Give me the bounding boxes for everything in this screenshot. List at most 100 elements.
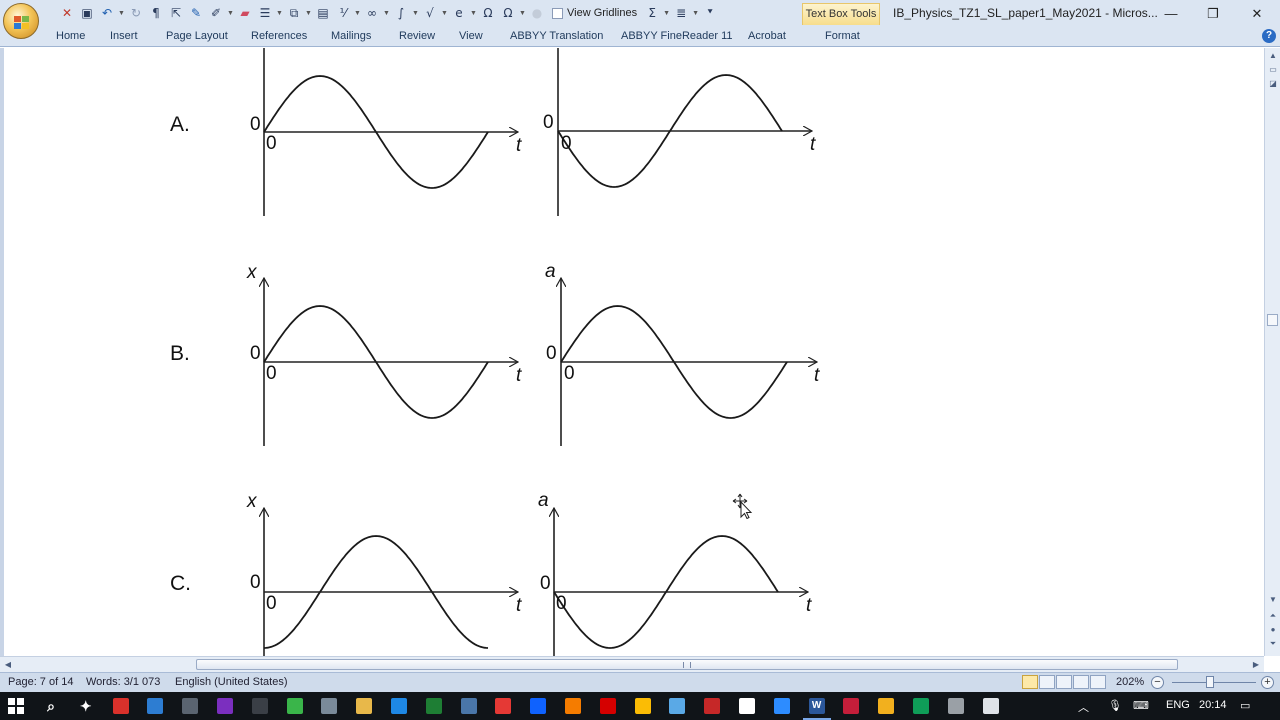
- notes-icon[interactable]: [669, 698, 686, 714]
- horizontal-scrollbar[interactable]: ◀ ▶: [0, 656, 1264, 672]
- infinity-icon[interactable]: ∞: [363, 4, 381, 22]
- omega-dropdown-icon[interactable]: ▼: [519, 10, 526, 17]
- media-icon[interactable]: [356, 698, 373, 714]
- zoom-out-icon[interactable]: −: [1151, 676, 1164, 689]
- chrome-icon[interactable]: [634, 698, 651, 714]
- eraser-icon[interactable]: ▰: [236, 4, 254, 22]
- print-layout-icon[interactable]: [1022, 675, 1038, 689]
- acrobat-icon[interactable]: [843, 698, 860, 714]
- language-indicator[interactable]: English (United States): [175, 676, 288, 688]
- object-icon[interactable]: ◪: [1267, 78, 1279, 90]
- windows-start-icon[interactable]: [8, 698, 24, 714]
- tab-acrobat[interactable]: Acrobat: [748, 30, 786, 42]
- tab-insert[interactable]: Insert: [110, 30, 138, 42]
- close-button[interactable]: ✕: [1236, 0, 1278, 27]
- zoom-slider-thumb[interactable]: [1205, 676, 1214, 688]
- closed-caption-icon[interactable]: [391, 698, 407, 714]
- folder-icon[interactable]: [878, 698, 895, 714]
- integral-dropdown-icon[interactable]: ▼: [412, 10, 419, 17]
- textbox-icon[interactable]: ▤: [314, 4, 332, 22]
- sigma-icon[interactable]: Σ: [643, 4, 661, 22]
- page-counter[interactable]: Page: 7 of 14: [8, 676, 73, 688]
- input-language[interactable]: ENG: [1166, 699, 1190, 711]
- omega-icon[interactable]: Ω: [479, 4, 497, 22]
- scroll-right-icon[interactable]: ▶: [1250, 658, 1262, 672]
- exponent-dropdown-icon[interactable]: ▼: [470, 10, 477, 17]
- keyboard-icon[interactable]: ⌨: [1133, 699, 1149, 712]
- zoom-slider-track[interactable]: [1172, 682, 1256, 683]
- vertical-scroll-thumb[interactable]: [1267, 314, 1278, 326]
- record-icon[interactable]: [495, 698, 512, 714]
- tab-home[interactable]: Home: [56, 30, 85, 42]
- redo-icon[interactable]: ↻: [127, 4, 145, 22]
- show-hidden-icons-icon[interactable]: ︿: [1078, 699, 1089, 715]
- check-icon[interactable]: [982, 698, 999, 714]
- camera-icon[interactable]: [460, 698, 477, 714]
- phone-icon[interactable]: [251, 698, 268, 714]
- restore-button[interactable]: ❐: [1192, 0, 1234, 27]
- shapes-dropdown-icon[interactable]: ▼: [305, 10, 312, 17]
- pin-icon[interactable]: ✦: [78, 698, 94, 714]
- fraction-dropdown-icon[interactable]: ▼: [354, 10, 361, 17]
- circle-icon[interactable]: ●: [528, 4, 546, 22]
- search-icon[interactable]: ⌕: [43, 698, 59, 714]
- calculator-icon[interactable]: [182, 698, 199, 714]
- next-page-icon[interactable]: ⏷: [1267, 638, 1279, 650]
- web-layout-icon[interactable]: [1056, 675, 1072, 689]
- office-button[interactable]: [3, 3, 39, 39]
- customize-toolbar-icon[interactable]: ⯆: [701, 4, 719, 22]
- scroll-left-icon[interactable]: ◀: [2, 658, 14, 672]
- tab-abbyy-finereader[interactable]: ABBYY FineReader 11: [621, 30, 733, 42]
- fraction-icon[interactable]: ⅟: [334, 4, 352, 22]
- horizontal-scroll-thumb[interactable]: [196, 659, 1178, 670]
- scroll-up-icon[interactable]: ▲: [1267, 50, 1279, 62]
- microphone-icon[interactable]: 🎙: [1108, 699, 1122, 712]
- lines-dropdown-icon[interactable]: ▼: [276, 10, 283, 17]
- highlighter-icon[interactable]: ✐: [207, 4, 225, 22]
- zoom-icon[interactable]: [773, 698, 790, 714]
- root-icon[interactable]: √: [421, 4, 439, 22]
- integral-icon[interactable]: ∫: [392, 4, 410, 22]
- mail-icon[interactable]: [530, 698, 547, 714]
- pdf-icon[interactable]: [112, 698, 129, 714]
- word-count[interactable]: Words: 3/1 073: [86, 676, 160, 688]
- pen-icon[interactable]: ✎: [187, 4, 205, 22]
- equation-dropdown-icon[interactable]: ▼: [692, 10, 699, 17]
- vlc-icon[interactable]: [565, 698, 581, 714]
- clock-time[interactable]: 20:14: [1199, 699, 1227, 711]
- notifications-icon[interactable]: ▭: [1240, 699, 1250, 712]
- undo-icon[interactable]: ↶: [98, 4, 116, 22]
- exponent-icon[interactable]: e: [450, 4, 468, 22]
- zoom-level[interactable]: 202%: [1116, 676, 1144, 688]
- delete-icon[interactable]: ✕: [58, 4, 76, 22]
- tab-page-layout[interactable]: Page Layout: [166, 30, 228, 42]
- opera-icon[interactable]: [599, 698, 616, 714]
- highlighter-dropdown-icon[interactable]: ▼: [227, 10, 234, 17]
- onenote-icon[interactable]: [217, 698, 233, 714]
- outline-icon[interactable]: [1073, 675, 1089, 689]
- tree-icon[interactable]: [286, 698, 303, 714]
- shapes-icon[interactable]: ⧉: [285, 4, 303, 22]
- help-icon[interactable]: ?: [1262, 29, 1276, 43]
- dragon-icon[interactable]: [704, 698, 721, 714]
- scroll-down-icon[interactable]: ▼: [1267, 594, 1279, 606]
- save-icon[interactable]: ▣: [78, 4, 96, 22]
- lines-icon[interactable]: ☰: [256, 4, 274, 22]
- equation-icon[interactable]: ≣: [672, 4, 690, 22]
- tab-format[interactable]: Format: [825, 30, 860, 42]
- undo-dropdown-icon[interactable]: ▼: [118, 10, 125, 17]
- omega-icon[interactable]: Ω: [499, 4, 517, 22]
- cloud-icon[interactable]: [739, 698, 755, 714]
- tab-review[interactable]: Review: [399, 30, 435, 42]
- edge-icon[interactable]: [913, 698, 929, 714]
- infinity-dropdown-icon[interactable]: ▼: [383, 10, 390, 17]
- draft-icon[interactable]: [1090, 675, 1106, 689]
- vertical-scrollbar[interactable]: ▲ ▭ ◪ ▼ ⏶ ● ⏷: [1264, 48, 1280, 656]
- zoom-in-icon[interactable]: +: [1261, 676, 1274, 689]
- tab-mailings[interactable]: Mailings: [331, 30, 371, 42]
- sigma-dropdown-icon[interactable]: ▼: [663, 10, 670, 17]
- ruler-toggle-icon[interactable]: ▭: [1267, 64, 1279, 76]
- tab-view[interactable]: View: [459, 30, 483, 42]
- select-browse-object-icon[interactable]: ●: [1267, 624, 1279, 636]
- full-screen-reading-icon[interactable]: [1039, 675, 1055, 689]
